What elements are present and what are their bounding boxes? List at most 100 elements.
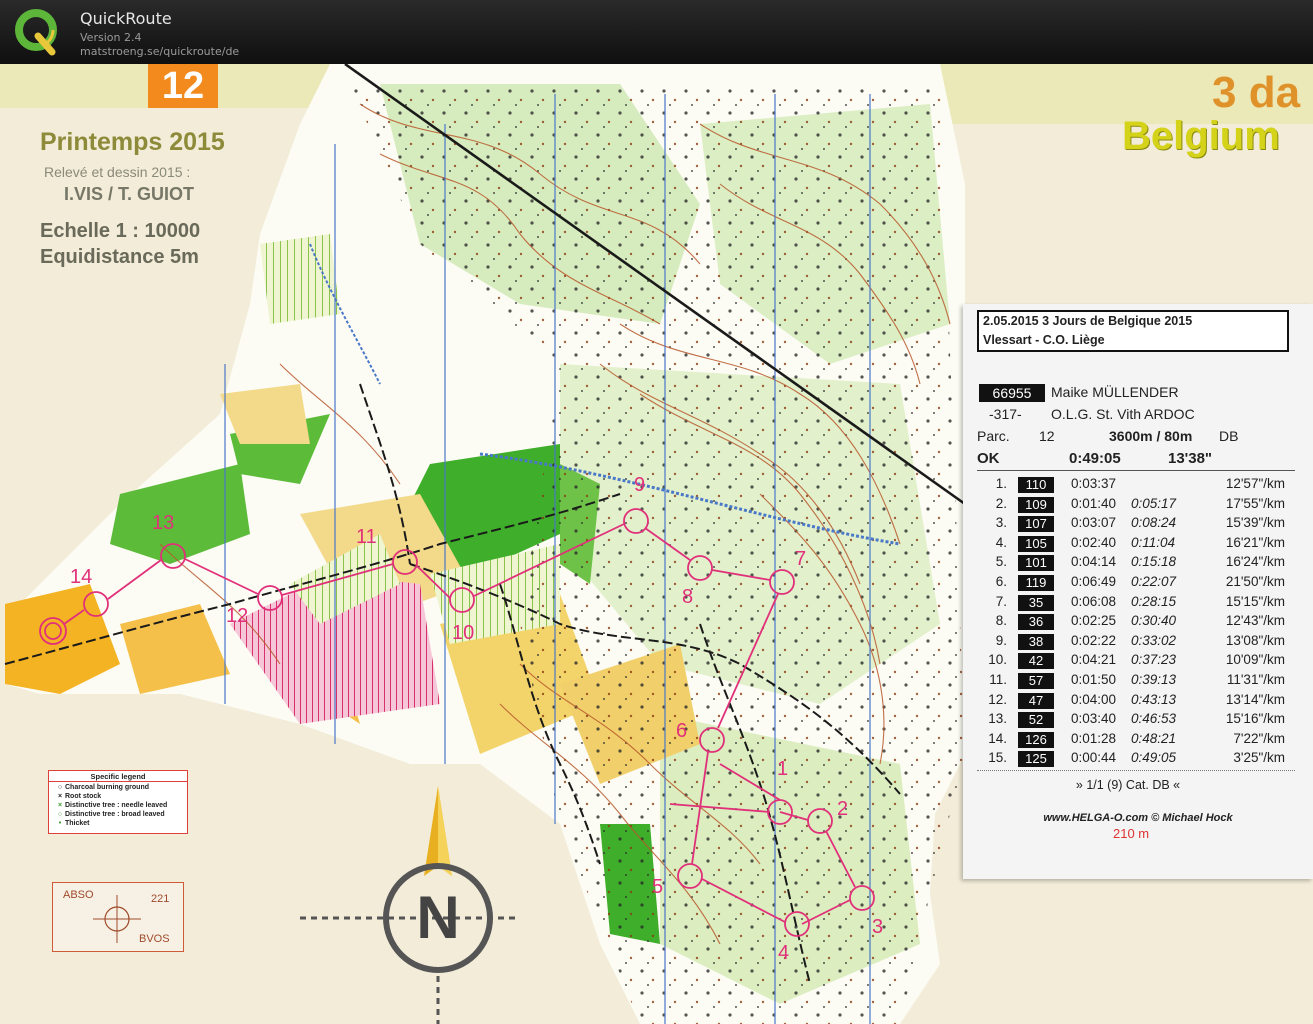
total-pace: 13'38" — [1168, 450, 1213, 467]
leg-time: 0:00:44 — [1071, 750, 1117, 766]
control-code: 125 — [1018, 751, 1054, 768]
app-title: QuickRoute — [80, 9, 172, 28]
circle-icon: ○ — [57, 784, 63, 791]
split-index: 13. — [988, 711, 1007, 727]
cumulative-time: 0:43:13 — [1131, 691, 1177, 707]
control-number: 9 — [634, 474, 646, 496]
app-url: matstroeng.se/quickroute/de — [80, 45, 240, 58]
leg-pace: 16'24"/km — [1225, 554, 1285, 570]
total-time: 0:49:05 — [1069, 450, 1121, 467]
leg-time: 0:03:07 — [1071, 515, 1117, 531]
ticket-place: Vlessart - C.O. Liège — [983, 333, 1105, 347]
leg-time: 0:04:21 — [1071, 652, 1117, 668]
leg-pace: 7'22"/km — [1233, 730, 1285, 746]
leg-pace: 21'50"/km — [1225, 574, 1285, 589]
split-index: 7. — [995, 593, 1007, 609]
north-letter: N — [416, 884, 459, 951]
leg-pace: 15'16"/km — [1225, 711, 1285, 727]
leg-pace: 15'39"/km — [1225, 515, 1285, 531]
split-row: 7. 35 0:06:08 0:28:15 15'15"/km — [963, 594, 1313, 613]
control-code: 57 — [1018, 673, 1054, 689]
runner-club: O.L.G. St. Vith ARDOC — [1051, 406, 1195, 422]
leg-time: 0:04:14 — [1071, 554, 1117, 570]
leg-time: 0:02:22 — [1071, 632, 1117, 648]
runner-name: Maike MÜLLENDER — [1051, 384, 1179, 400]
leg-pace: 17'55"/km — [1225, 495, 1285, 511]
control-code: 101 — [1018, 555, 1054, 572]
legend-title: Specific legend — [49, 772, 187, 782]
cross-icon: × — [57, 793, 63, 800]
split-row: 1. 110 0:03:37 12'57"/km — [963, 476, 1313, 495]
cumulative-time: 0:46:53 — [1131, 711, 1177, 727]
quickroute-q-logo-icon — [15, 9, 57, 56]
control-code: 47 — [1018, 692, 1054, 709]
split-row: 11. 57 0:01:50 0:39:13 11'31"/km — [963, 672, 1313, 691]
cumulative-time: 0:15:18 — [1131, 554, 1177, 570]
leg-pace: 12'57"/km — [1225, 476, 1285, 491]
control-code: 38 — [1018, 633, 1054, 650]
control-code: 36 — [1018, 614, 1054, 631]
split-row: 9. 38 0:02:22 0:33:02 13'08"/km — [963, 633, 1313, 652]
declination-box: ABSO 221 BVOS — [52, 882, 184, 952]
cumulative-time: 0:39:13 — [1131, 672, 1177, 687]
map-title: Printemps 2015 — [40, 128, 225, 156]
specific-legend: Specific legend ○ Charcoal burning ground… — [48, 770, 188, 834]
split-row: 6. 119 0:06:49 0:22:07 21'50"/km — [963, 574, 1313, 593]
control-number: 13 — [152, 512, 175, 534]
cumulative-time: 0:37:23 — [1131, 652, 1177, 668]
legend-item: • Thicket — [55, 820, 90, 830]
map-authors: I.VIS / T. GUIOT — [64, 184, 195, 204]
control-number: 5 — [652, 876, 664, 898]
declination-right-label: 221 — [151, 893, 170, 905]
leg-pace: 16'21"/km — [1225, 534, 1285, 550]
control-number: 3 — [872, 916, 884, 938]
ticket-header: 2.05.2015 3 Jours de Belgique 2015 Vless… — [977, 310, 1289, 352]
leg-time: 0:04:00 — [1071, 691, 1117, 707]
split-row: 15. 125 0:00:44 0:49:05 3'25"/km — [963, 750, 1313, 769]
split-row: 3. 107 0:03:07 0:08:24 15'39"/km — [963, 515, 1313, 534]
control-code: 109 — [1018, 496, 1054, 513]
result-status: OK — [977, 450, 1000, 467]
leg-pace: 13'08"/km — [1225, 632, 1285, 648]
split-index: 14. — [988, 730, 1007, 746]
cumulative-time: 0:05:17 — [1131, 495, 1177, 511]
split-index: 6. — [995, 574, 1007, 589]
leg-time: 0:03:37 — [1071, 476, 1117, 491]
split-row: 4. 105 0:02:40 0:11:04 16'21"/km — [963, 535, 1313, 554]
leg-time: 0:01:40 — [1071, 495, 1117, 511]
cross-icon: × — [57, 802, 63, 809]
cumulative-time: 0:48:21 — [1131, 730, 1177, 746]
ticket-category-footer: » 1/1 (9) Cat. DB « — [1075, 778, 1181, 792]
course-category: DB — [1219, 428, 1239, 444]
control-number: 10 — [452, 622, 475, 644]
split-row: 14. 126 0:01:28 0:48:21 7'22"/km — [963, 731, 1313, 750]
control-number: 14 — [70, 566, 93, 588]
orienteering-map[interactable]: 12 Printemps 2015 Relevé et dessin 2015 … — [0, 64, 1313, 1024]
control-number: 11 — [356, 526, 377, 548]
split-index: 5. — [995, 554, 1007, 570]
map-contour-interval: Equidistance 5m — [40, 246, 199, 268]
split-row: 5. 101 0:04:14 0:15:18 16'24"/km — [963, 554, 1313, 573]
event-banner-prefix: 3 da — [1212, 68, 1301, 117]
split-index: 2. — [995, 495, 1007, 511]
split-row: 10. 42 0:04:21 0:37:23 10'09"/km — [963, 652, 1313, 671]
cumulative-time: 0:22:07 — [1131, 574, 1177, 589]
course-label: Parc. — [977, 428, 1010, 444]
overlap-distance: 210 m — [1113, 826, 1150, 841]
cumulative-time: 0:08:24 — [1131, 515, 1177, 531]
ticket-event: 2.05.2015 3 Jours de Belgique 2015 — [983, 314, 1193, 328]
split-row: 8. 36 0:02:25 0:30:40 12'43"/km — [963, 613, 1313, 632]
declination-left-label: ABSO — [63, 889, 94, 901]
control-code: 126 — [1018, 731, 1054, 748]
map-scale: Echelle 1 : 10000 — [40, 220, 201, 242]
event-banner: Belgium — [1122, 114, 1280, 158]
split-index: 15. — [988, 750, 1007, 766]
split-index: 9. — [995, 632, 1007, 648]
split-index: 10. — [988, 652, 1007, 668]
control-code: 110 — [1018, 477, 1054, 493]
leg-pace: 12'43"/km — [1225, 613, 1285, 629]
control-code: 52 — [1018, 712, 1054, 729]
leg-pace: 15'15"/km — [1225, 593, 1285, 609]
leg-pace: 3'25"/km — [1233, 750, 1285, 766]
cumulative-time: 0:11:04 — [1131, 534, 1176, 550]
